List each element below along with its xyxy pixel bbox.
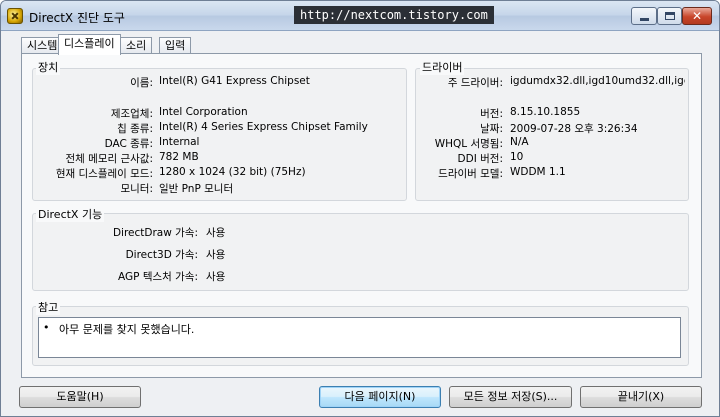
device-manufacturer-value: Intel Corporation — [159, 106, 248, 118]
directx-app-icon — [7, 8, 23, 24]
notes-list[interactable]: • 아무 문제를 찾지 못했습니다. — [38, 317, 681, 358]
save-all-info-button[interactable]: 모든 정보 저장(S)... — [449, 386, 572, 408]
directdraw-label: DirectDraw 가속: — [112, 227, 198, 239]
direct3d-label: Direct3D 가속: — [125, 249, 198, 261]
agp-label: AGP 텍스처 가속: — [118, 271, 198, 283]
driver-date-value: 2009-07-28 오후 3:26:34 — [510, 123, 638, 135]
close-icon: ✕ — [692, 9, 703, 23]
tab-input[interactable]: 입력 — [159, 37, 192, 54]
directx-window: DirectX 진단 도구 http://nextcom.tistory.com… — [0, 0, 720, 417]
driver-main-value: igdumdx32.dll,igd10umd32.dll,igd10u — [510, 75, 685, 87]
device-chip-label: 칩 종류: — [117, 123, 153, 135]
device-dac-value: Internal — [159, 136, 200, 148]
driver-date-label: 날짜: — [480, 123, 503, 135]
device-name-label: 이름: — [130, 77, 153, 89]
exit-button[interactable]: 끝내기(X) — [580, 386, 702, 408]
device-mode-label: 현재 디스플레이 모드: — [55, 168, 153, 180]
notes-bullet: • — [43, 321, 50, 334]
device-memory-label: 전체 메모리 근사값: — [65, 153, 154, 165]
agp-value: 사용 — [206, 271, 226, 283]
device-monitor-label: 모니터: — [120, 183, 153, 195]
device-monitor-value: 일반 PnP 모니터 — [159, 183, 234, 195]
window-title: DirectX 진단 도구 — [29, 11, 125, 25]
minimize-button[interactable] — [631, 7, 657, 25]
tab-sound[interactable]: 소리 — [120, 37, 153, 54]
directx-features-header: DirectX 기능 — [36, 206, 105, 222]
driver-model-label: 드라이버 모델: — [438, 168, 503, 180]
driver-ddi-label: DDI 버전: — [457, 153, 503, 165]
device-memory-value: 782 MB — [159, 151, 199, 163]
notes-text: 아무 문제를 찾지 못했습니다. — [59, 323, 195, 336]
tab-display[interactable]: 디스플레이 — [58, 34, 121, 55]
close-button[interactable]: ✕ — [682, 7, 712, 25]
device-dac-label: DAC 종류: — [104, 138, 153, 150]
driver-whql-label: WHQL 서명됨: — [434, 138, 503, 150]
maximize-button[interactable] — [657, 7, 682, 25]
device-chip-value: Intel(R) 4 Series Express Chipset Family — [159, 121, 368, 133]
device-name-value: Intel(R) G41 Express Chipset — [159, 75, 310, 87]
direct3d-value: 사용 — [206, 249, 226, 261]
watermark-url: http://nextcom.tistory.com — [294, 6, 494, 24]
notes-header: 참고 — [36, 299, 61, 315]
device-mode-value: 1280 x 1024 (32 bit) (75Hz) — [159, 166, 306, 178]
help-button[interactable]: 도움말(H) — [19, 386, 141, 408]
driver-model-value: WDDM 1.1 — [510, 166, 566, 178]
driver-version-value: 8.15.10.1855 — [510, 106, 581, 118]
maximize-icon — [665, 12, 675, 20]
minimize-icon — [640, 18, 649, 21]
title-bar[interactable]: DirectX 진단 도구 http://nextcom.tistory.com… — [1, 1, 719, 31]
next-page-button[interactable]: 다음 페이지(N) — [319, 386, 441, 408]
directdraw-value: 사용 — [206, 227, 226, 239]
device-header: 장치 — [36, 59, 61, 75]
driver-header: 드라이버 — [420, 59, 465, 75]
driver-whql-value: N/A — [510, 136, 529, 148]
driver-ddi-value: 10 — [510, 151, 524, 163]
driver-version-label: 버전: — [480, 108, 503, 120]
device-manufacturer-label: 제조업체: — [110, 108, 153, 120]
driver-main-label: 주 드라이버: — [447, 77, 503, 89]
